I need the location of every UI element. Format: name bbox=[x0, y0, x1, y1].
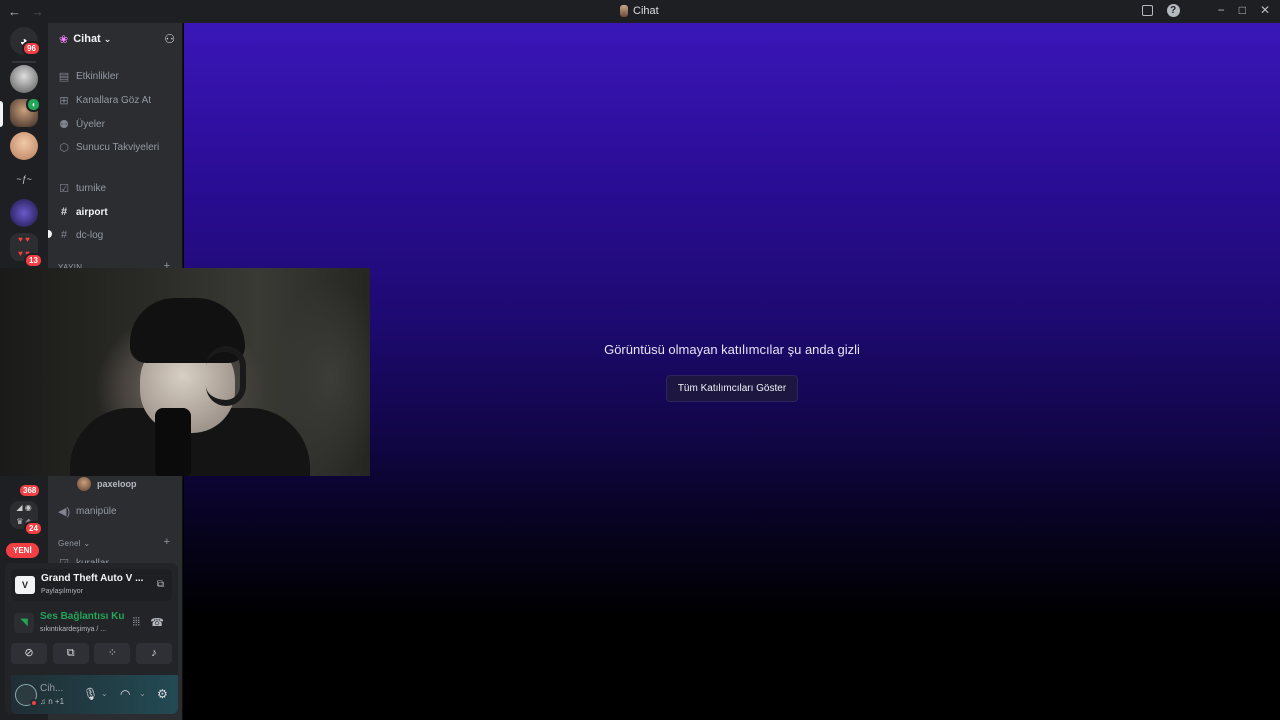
sidebar-item-label: Sunucu Takviyeleri bbox=[76, 141, 160, 153]
back-arrow-icon[interactable]: ← bbox=[8, 4, 21, 19]
channel-name: turnike bbox=[76, 182, 107, 194]
mention-badge: 368 bbox=[18, 483, 42, 498]
calendar-icon: ▤ bbox=[58, 70, 70, 83]
mention-badge: 13 bbox=[24, 253, 43, 268]
user-bar: Cih... ♫ n +1 🎙 ⌄ ◠ ⌄ ⚙ bbox=[11, 675, 178, 714]
unread-indicator bbox=[48, 230, 52, 238]
signal-icon: ◥ bbox=[14, 613, 34, 633]
status-indicator bbox=[30, 699, 38, 707]
sidebar-item-label: Kanallara Göz At bbox=[76, 94, 152, 106]
camera-off-button[interactable]: ⊘ bbox=[11, 643, 47, 664]
activity-card[interactable]: V Grand Theft Auto V ... Paylaşılmıyor ⧉ bbox=[11, 569, 172, 601]
rail-divider bbox=[12, 61, 36, 63]
disconnect-icon[interactable]: ☎ bbox=[150, 616, 164, 629]
chevron-down-icon: ⌄ bbox=[103, 33, 112, 44]
minimize-button[interactable]: − bbox=[1218, 3, 1225, 17]
window-controls: ? − □ ✕ bbox=[1141, 3, 1270, 17]
hash-icon: # bbox=[60, 206, 68, 218]
sidebar-item-events[interactable]: ▤ Etkinlikler bbox=[58, 66, 119, 86]
window-title-text: Cihat bbox=[633, 5, 659, 17]
game-share-status: Paylaşılmıyor bbox=[41, 588, 84, 595]
voice-channel-path[interactable]: sıkıntıkardeşimya / ... bbox=[40, 626, 106, 633]
category-genel[interactable]: Genel ⌄ bbox=[58, 539, 90, 548]
screen-share-icon[interactable]: ⧉ bbox=[157, 579, 164, 590]
channel-manipule[interactable]: ◀) manipüle bbox=[58, 501, 117, 521]
microphone bbox=[155, 408, 191, 476]
forward-arrow-icon[interactable]: → bbox=[31, 4, 44, 19]
channel-name: airport bbox=[76, 206, 108, 218]
user-custom-status: ♫ n +1 bbox=[40, 697, 65, 706]
mention-badge: 24 bbox=[24, 521, 43, 536]
channel-dc-log[interactable]: # dc-log bbox=[58, 225, 103, 245]
rules-icon: ☑ bbox=[59, 182, 69, 195]
boost-icon: ⬡ bbox=[59, 141, 69, 154]
show-all-participants-button[interactable]: Tüm Katılımcıları Göster bbox=[666, 375, 798, 402]
help-icon[interactable]: ? bbox=[1166, 3, 1180, 17]
server-icon[interactable] bbox=[10, 132, 38, 160]
username[interactable]: Cih... bbox=[40, 683, 63, 694]
signature-logo-icon: ~ƒ~ bbox=[16, 174, 32, 184]
close-button[interactable]: ✕ bbox=[1260, 3, 1270, 17]
voice-participant[interactable]: paxeloop bbox=[77, 477, 137, 491]
server-boost-flower-icon: ❀ bbox=[59, 33, 69, 46]
channel-name: dc-log bbox=[76, 229, 104, 241]
server-header[interactable]: ❀ Cihat ⌄ ⚇ bbox=[48, 23, 183, 55]
headphones bbox=[206, 346, 246, 406]
webcam-overlay bbox=[0, 268, 370, 476]
server-icon[interactable] bbox=[10, 65, 38, 93]
avatar bbox=[77, 477, 91, 491]
mention-badge: 96 bbox=[22, 41, 41, 56]
window-title: Cihat bbox=[620, 5, 659, 17]
voice-badge: ◖ bbox=[26, 97, 41, 112]
title-bar: ← → Cihat ? − □ ✕ bbox=[0, 0, 1280, 23]
game-name: Grand Theft Auto V ... bbox=[41, 573, 144, 584]
voice-actions: ⊘ ⧉ ⁘ ♪ bbox=[11, 643, 172, 664]
server-icon bbox=[620, 5, 628, 17]
sidebar-item-members[interactable]: ⚉ Üyeler bbox=[58, 114, 105, 134]
settings-gear-icon[interactable]: ⚙ bbox=[157, 687, 168, 701]
server-name: Cihat bbox=[73, 33, 101, 45]
channel-turnike[interactable]: ☑ turnike bbox=[58, 178, 106, 198]
add-channel-icon[interactable]: + bbox=[164, 536, 170, 548]
voice-connection: ◥ Ses Bağlantısı Ku sıkıntıkardeşimya / … bbox=[11, 607, 172, 639]
new-unreads-pill[interactable]: YENİ bbox=[6, 543, 39, 558]
speaker-icon: ◀) bbox=[58, 505, 71, 518]
channel-airport[interactable]: # airport bbox=[58, 202, 108, 222]
members-icon: ⚉ bbox=[59, 118, 69, 131]
voice-participant-name: paxeloop bbox=[97, 479, 137, 489]
voice-status-title[interactable]: Ses Bağlantısı Ku bbox=[40, 611, 124, 622]
soundboard-button[interactable]: ♪ bbox=[135, 643, 172, 664]
hash-icon: # bbox=[60, 229, 68, 241]
screen-share-button[interactable]: ⧉ bbox=[52, 643, 89, 664]
chevron-down-icon[interactable]: ⌄ bbox=[101, 689, 108, 698]
invite-people-icon[interactable]: ⚇ bbox=[164, 32, 175, 46]
noise-suppression-icon[interactable]: ⦙⦙⦙ bbox=[133, 616, 140, 629]
server-icon[interactable]: ~ƒ~ bbox=[10, 165, 38, 193]
gta-v-icon: V bbox=[15, 576, 35, 594]
microphone-icon[interactable]: 🎙 bbox=[83, 687, 98, 701]
headphones-icon[interactable]: ◠ bbox=[120, 687, 130, 701]
sidebar-item-label: Etkinlikler bbox=[76, 70, 119, 82]
server-icon[interactable] bbox=[10, 199, 38, 227]
sidebar-item-server-boosts[interactable]: ⬡ Sunucu Takviyeleri bbox=[58, 137, 159, 157]
category-label: Genel bbox=[58, 539, 81, 548]
sidebar-item-label: Üyeler bbox=[76, 118, 105, 130]
activities-button[interactable]: ⁘ bbox=[94, 643, 131, 664]
inbox-icon[interactable] bbox=[1141, 4, 1153, 16]
browse-channels-icon: ⊞ bbox=[59, 94, 69, 107]
history-nav: ← → bbox=[8, 4, 44, 19]
selected-server-pill bbox=[0, 101, 3, 127]
user-panel: V Grand Theft Auto V ... Paylaşılmıyor ⧉… bbox=[5, 563, 178, 714]
chevron-down-icon[interactable]: ⌄ bbox=[139, 689, 146, 698]
channel-name: manipüle bbox=[76, 505, 117, 517]
maximize-button[interactable]: □ bbox=[1239, 3, 1246, 17]
sidebar-item-browse-channels[interactable]: ⊞ Kanallara Göz At bbox=[58, 90, 151, 110]
